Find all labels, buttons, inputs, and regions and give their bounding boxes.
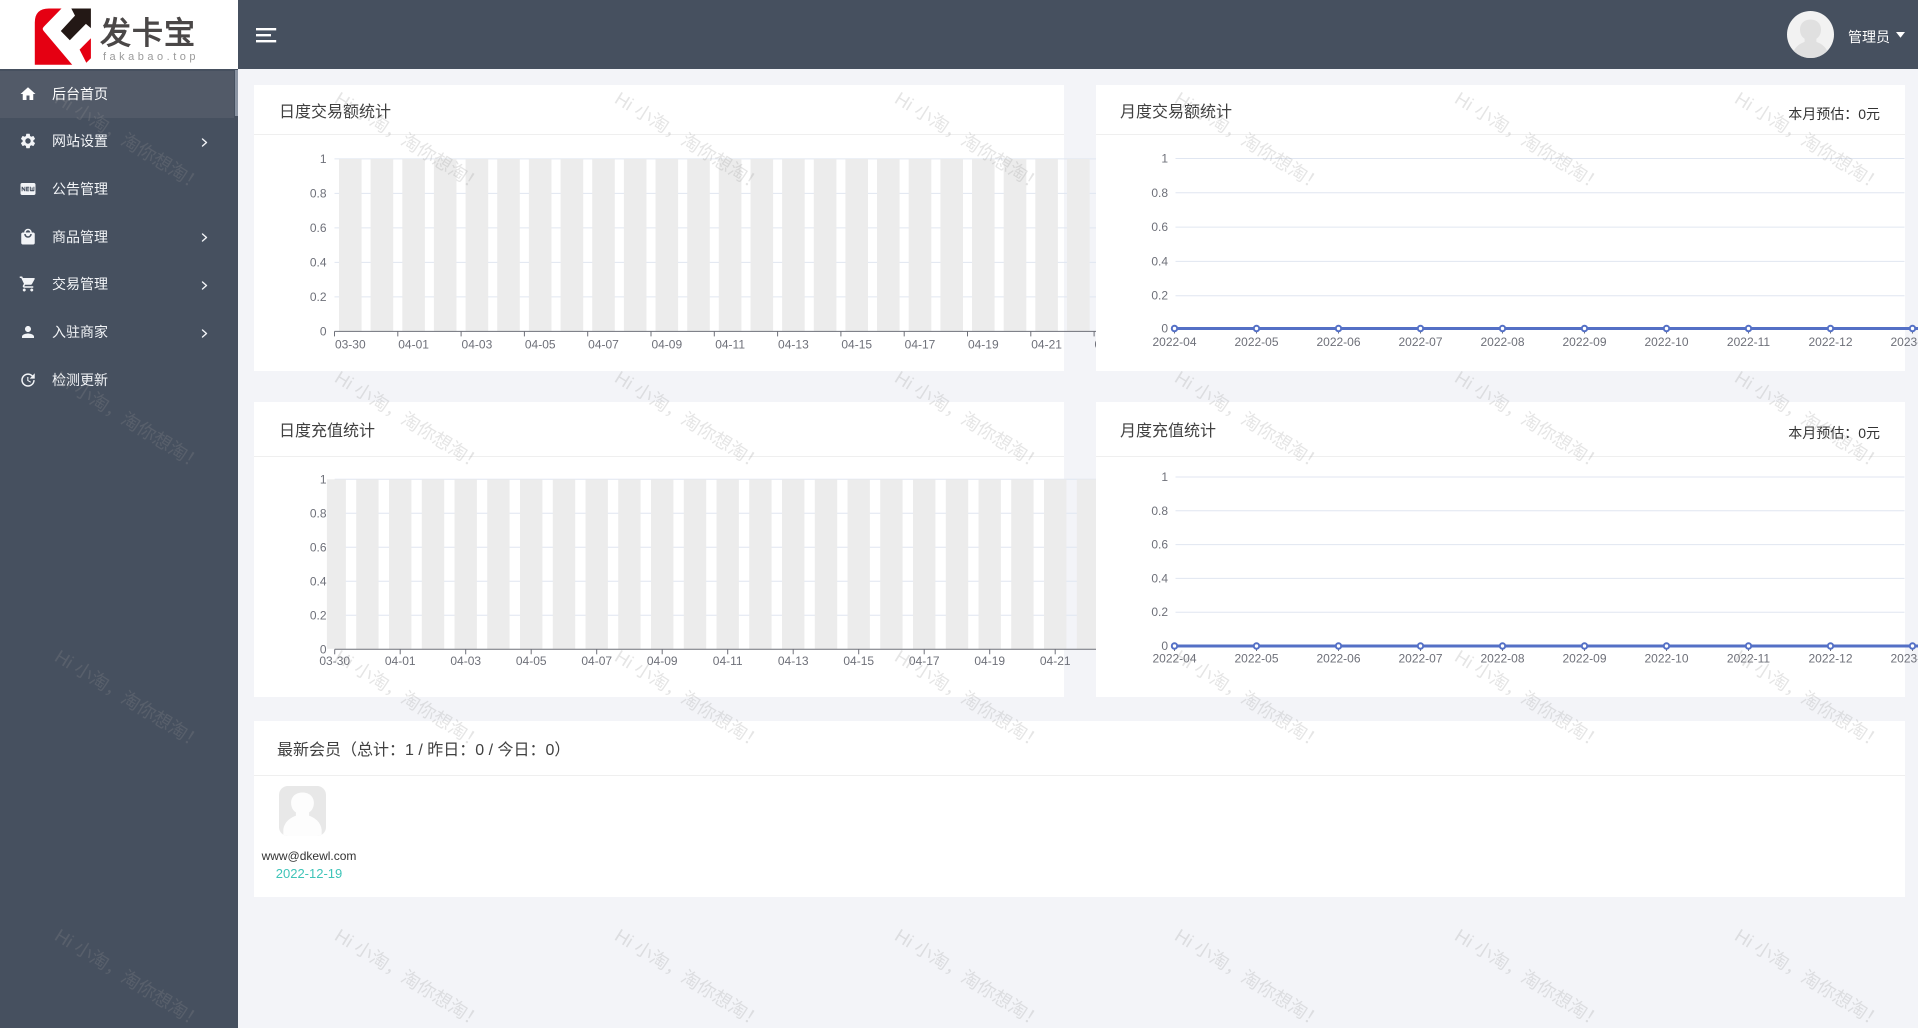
svg-text:0: 0	[1161, 639, 1168, 653]
svg-text:04-17: 04-17	[909, 654, 940, 668]
svg-text:04-05: 04-05	[516, 654, 547, 668]
svg-text:2022-09: 2022-09	[1562, 652, 1606, 666]
svg-text:2022-10: 2022-10	[1644, 652, 1688, 666]
svg-text:2023-01: 2023-01	[1890, 652, 1918, 666]
svg-text:2022-07: 2022-07	[1398, 335, 1442, 349]
svg-text:0.2: 0.2	[1151, 289, 1168, 303]
svg-text:1: 1	[320, 472, 327, 486]
svg-text:0.6: 0.6	[310, 221, 327, 235]
svg-text:0: 0	[320, 324, 327, 338]
svg-text:0.2: 0.2	[310, 290, 327, 304]
svg-text:04-19: 04-19	[974, 654, 1005, 668]
svg-text:04-07: 04-07	[581, 654, 612, 668]
svg-text:04-13: 04-13	[778, 654, 809, 668]
svg-text:04-11: 04-11	[713, 654, 743, 668]
svg-text:2022-06: 2022-06	[1316, 335, 1360, 349]
svg-text:03-30: 03-30	[335, 338, 366, 352]
svg-text:2022-08: 2022-08	[1480, 335, 1524, 349]
svg-text:0: 0	[320, 642, 327, 656]
svg-text:0.2: 0.2	[1151, 605, 1168, 619]
svg-text:2022-05: 2022-05	[1234, 652, 1278, 666]
svg-text:0: 0	[1161, 322, 1168, 336]
svg-text:2022-09: 2022-09	[1562, 335, 1606, 349]
svg-text:2022-07: 2022-07	[1398, 652, 1442, 666]
svg-text:04-17: 04-17	[905, 338, 936, 352]
svg-text:2022-06: 2022-06	[1316, 652, 1360, 666]
svg-text:0.4: 0.4	[1151, 254, 1168, 268]
svg-text:2023-01: 2023-01	[1890, 335, 1918, 349]
svg-text:0.2: 0.2	[310, 608, 327, 622]
svg-text:0.4: 0.4	[1151, 571, 1168, 585]
svg-text:2022-11: 2022-11	[1727, 335, 1770, 349]
svg-text:2022-11: 2022-11	[1727, 652, 1770, 666]
svg-text:04-11: 04-11	[715, 338, 745, 352]
svg-text:0.8: 0.8	[1151, 186, 1168, 200]
svg-text:04-21: 04-21	[1031, 338, 1062, 352]
svg-text:0.4: 0.4	[310, 255, 327, 269]
svg-text:0.4: 0.4	[310, 574, 327, 588]
svg-text:04-07: 04-07	[588, 338, 619, 352]
svg-text:04-01: 04-01	[398, 338, 429, 352]
svg-text:0.6: 0.6	[310, 540, 327, 554]
svg-text:0.6: 0.6	[1151, 220, 1168, 234]
svg-text:04-21: 04-21	[1040, 654, 1071, 668]
svg-text:2022-12: 2022-12	[1808, 652, 1852, 666]
svg-text:04-15: 04-15	[841, 338, 872, 352]
svg-text:0.8: 0.8	[310, 506, 327, 520]
svg-text:04-05: 04-05	[525, 338, 556, 352]
svg-text:0.8: 0.8	[1151, 504, 1168, 518]
svg-text:0.6: 0.6	[1151, 538, 1168, 552]
svg-text:04-09: 04-09	[647, 654, 678, 668]
svg-text:0.8: 0.8	[310, 186, 327, 200]
svg-text:04-03: 04-03	[462, 338, 493, 352]
svg-text:2022-04: 2022-04	[1152, 652, 1196, 666]
svg-text:04-13: 04-13	[778, 338, 809, 352]
svg-text:2022-10: 2022-10	[1644, 335, 1688, 349]
svg-text:04-19: 04-19	[968, 338, 999, 352]
svg-text:04-15: 04-15	[843, 654, 874, 668]
svg-text:04-09: 04-09	[651, 338, 682, 352]
svg-text:1: 1	[1161, 152, 1168, 166]
svg-text:1: 1	[1161, 470, 1168, 484]
svg-text:2022-04: 2022-04	[1152, 335, 1196, 349]
svg-text:04-03: 04-03	[450, 654, 481, 668]
svg-text:1: 1	[320, 152, 327, 166]
svg-text:04-01: 04-01	[385, 654, 416, 668]
svg-text:2022-05: 2022-05	[1234, 335, 1278, 349]
svg-text:2022-12: 2022-12	[1808, 335, 1852, 349]
svg-text:2022-08: 2022-08	[1480, 652, 1524, 666]
